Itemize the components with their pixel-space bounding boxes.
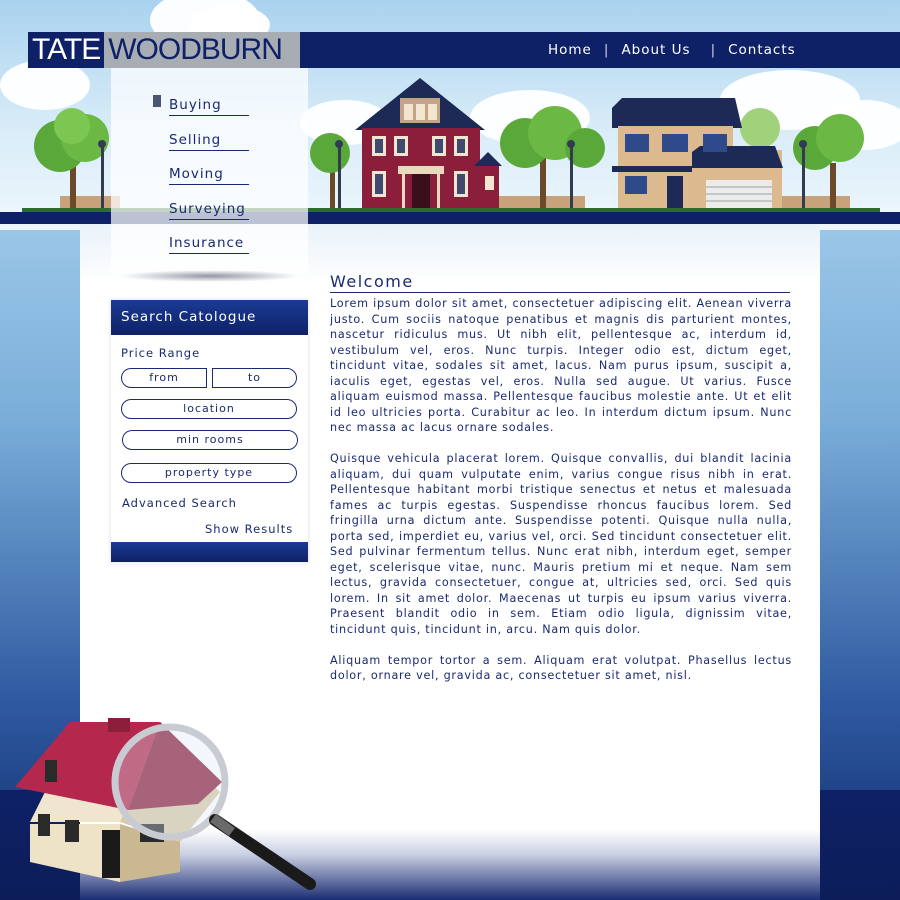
sidebar-item-moving[interactable]: Moving [169,163,249,198]
price-to-input[interactable]: to [212,368,297,388]
price-from-input[interactable]: from [121,368,207,388]
tree-left [34,108,109,208]
sidebar-item-buying[interactable]: Buying [153,94,249,129]
sidebar-item-insurance[interactable]: Insurance [169,232,249,267]
sidebar-item-label: Insurance [169,235,249,254]
price-range-label: Price Range [121,346,201,360]
paragraph: Lorem ipsum dolor sit amet, consectetuer… [330,297,792,434]
sidebar-item-selling[interactable]: Selling [169,129,249,164]
sidebar-item-label: Surveying [169,201,249,220]
house-magnifier-icon [15,718,316,890]
welcome-text: Lorem ipsum dolor sit amet, consectetuer… [330,296,792,699]
property-type-select[interactable]: property type [121,463,297,483]
logo-part-woodburn: WOODBURN [104,32,301,68]
show-results-button[interactable]: Show Results [205,522,293,536]
sidebar-item-surveying[interactable]: Surveying [169,198,249,233]
nav-home[interactable]: Home [548,42,592,58]
side-menu: Buying Selling Moving Surveying Insuranc… [111,68,308,274]
nav-contacts[interactable]: Contacts [728,42,796,58]
sidebar-item-label: Buying [169,97,249,116]
sidebar-item-label: Selling [169,132,249,151]
tree-mid [500,106,605,208]
nav-about-us[interactable]: About Us [621,42,690,58]
search-panel: Search Catologue Price Range from to loc… [111,300,308,562]
red-house [355,78,502,208]
advanced-search-link[interactable]: Advanced Search [122,496,237,510]
main-nav: Home | About Us | Contacts [548,32,796,68]
site-logo[interactable]: TATE WOODBURN [28,32,301,68]
logo-part-tate: TATE [28,32,105,68]
paragraph: Quisque vehicula placerat lorem. Quisque… [330,452,792,636]
nav-separator: | [710,42,717,58]
menu-shadow [120,270,300,282]
min-rooms-input[interactable]: min rooms [122,430,298,450]
nav-separator: | [603,42,610,58]
sidebar-item-label: Moving [169,166,249,185]
search-panel-title: Search Catologue [111,300,308,335]
menu-bullet-icon [153,95,161,107]
paragraph: Aliquam tempor tortor a sem. Aliquam era… [330,653,792,683]
tree-small [310,133,350,208]
page-title: Welcome [330,272,790,293]
search-panel-footer [111,542,308,562]
location-input[interactable]: location [121,399,297,419]
